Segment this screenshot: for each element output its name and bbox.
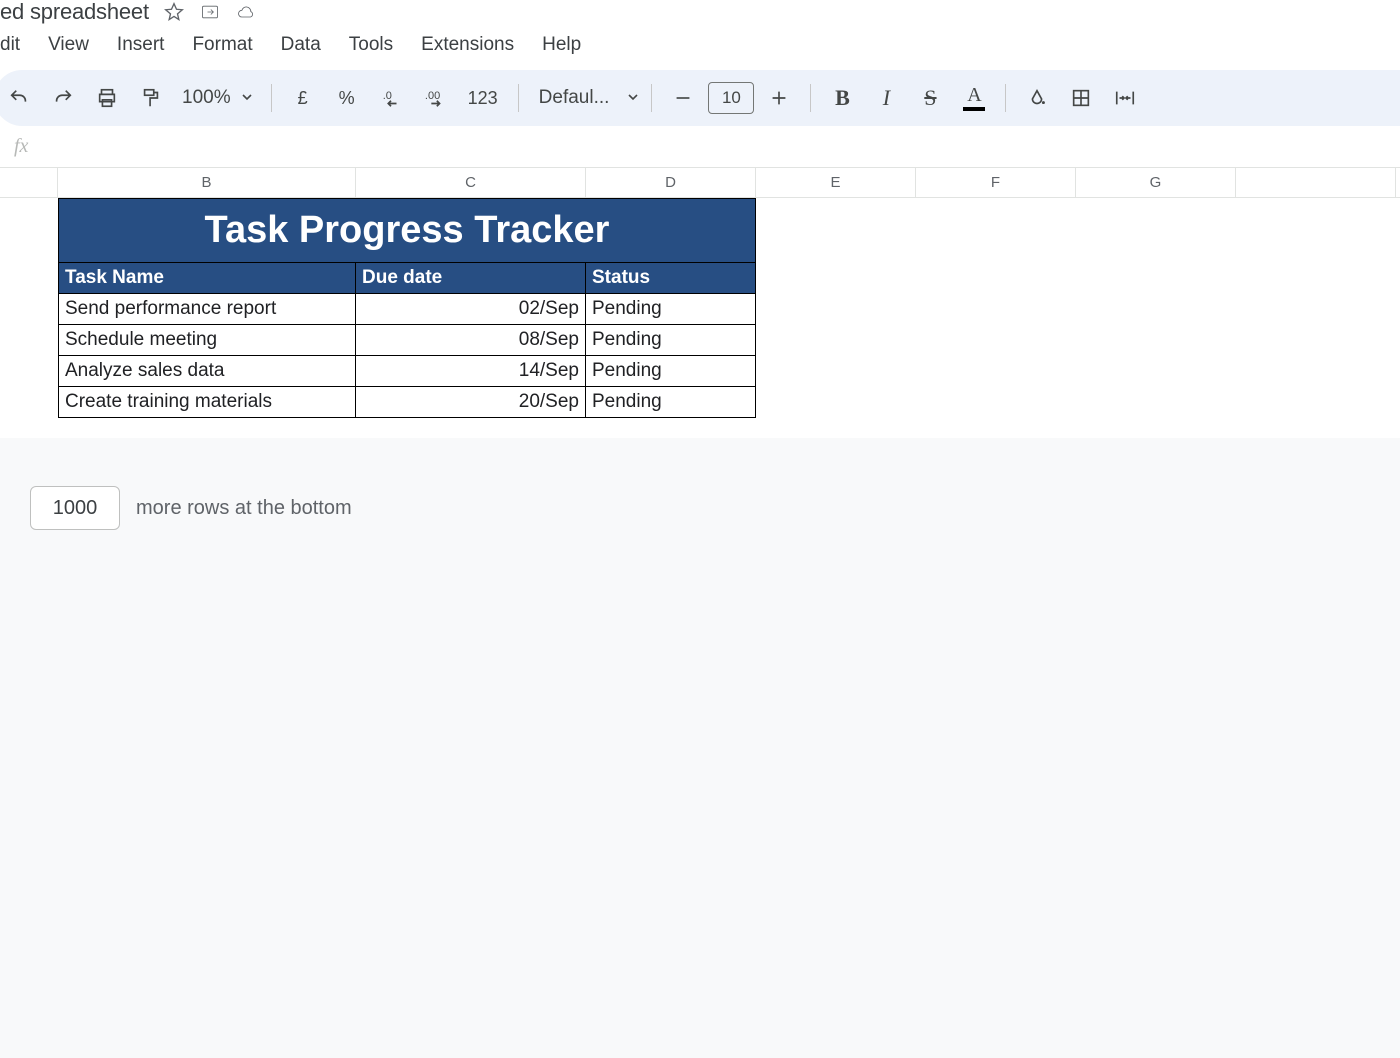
chevron-down-icon	[627, 87, 639, 109]
cell-due[interactable]: 08/Sep	[356, 325, 586, 356]
font-size-input[interactable]: 10	[708, 82, 754, 114]
select-all-corner[interactable]	[0, 168, 58, 197]
cell-task[interactable]: Analyze sales data	[58, 356, 356, 387]
currency-format-button[interactable]: £	[284, 80, 322, 116]
tracker-header-due[interactable]: Due date	[356, 263, 586, 294]
svg-text:.0: .0	[382, 90, 391, 102]
percent-format-button[interactable]: %	[328, 80, 366, 116]
fx-label: fx	[14, 135, 28, 158]
decrease-decimal-button[interactable]: .0	[372, 80, 410, 116]
table-row[interactable]: Analyze sales data 14/Sep Pending	[58, 356, 756, 387]
cell-due[interactable]: 02/Sep	[356, 294, 586, 325]
add-rows-label: more rows at the bottom	[136, 497, 352, 520]
print-button[interactable]	[88, 80, 126, 116]
cloud-status-icon[interactable]	[235, 1, 257, 23]
menu-view[interactable]: View	[48, 34, 89, 56]
sheet-grid[interactable]: Task Progress Tracker Task Name Due date…	[0, 198, 1400, 438]
merge-cells-button[interactable]	[1106, 80, 1144, 116]
table-row[interactable]: Schedule meeting 08/Sep Pending	[58, 325, 756, 356]
cell-status[interactable]: Pending	[586, 294, 756, 325]
column-headers: B C D E F G	[0, 168, 1400, 198]
font-family-dropdown[interactable]: Defaul...	[531, 87, 640, 109]
toolbar-divider	[810, 84, 811, 112]
cell-status[interactable]: Pending	[586, 356, 756, 387]
toolbar-divider	[518, 84, 519, 112]
toolbar-divider	[651, 84, 652, 112]
increase-decimal-button[interactable]: .00	[416, 80, 454, 116]
undo-button[interactable]	[0, 80, 38, 116]
cell-due[interactable]: 20/Sep	[356, 387, 586, 418]
column-header-b[interactable]: B	[58, 168, 356, 197]
borders-button[interactable]	[1062, 80, 1100, 116]
menu-tools[interactable]: Tools	[349, 34, 393, 56]
font-name-value: Defaul...	[531, 87, 618, 109]
column-header-c[interactable]: C	[356, 168, 586, 197]
svg-text:.00: .00	[425, 90, 440, 102]
text-color-button[interactable]: A	[955, 80, 993, 116]
column-header-extra[interactable]	[1236, 168, 1396, 197]
menu-edit[interactable]: dit	[0, 34, 20, 56]
fill-color-button[interactable]	[1018, 80, 1056, 116]
menu-help[interactable]: Help	[542, 34, 581, 56]
tracker-title[interactable]: Task Progress Tracker	[58, 198, 756, 263]
column-header-f[interactable]: F	[916, 168, 1076, 197]
decrease-font-size-button[interactable]	[664, 80, 702, 116]
column-header-g[interactable]: G	[1076, 168, 1236, 197]
menu-bar: dit View Insert Format Data Tools Extens…	[0, 28, 1400, 70]
cell-status[interactable]: Pending	[586, 325, 756, 356]
zoom-dropdown[interactable]: 100%	[176, 87, 259, 109]
more-formats-button[interactable]: 123	[460, 80, 506, 116]
zoom-value: 100%	[182, 87, 231, 109]
paint-format-button[interactable]	[132, 80, 170, 116]
cell-task[interactable]: Send performance report	[58, 294, 356, 325]
formula-bar[interactable]: fx	[0, 126, 1400, 168]
column-header-d[interactable]: D	[586, 168, 756, 197]
tracker-header-task[interactable]: Task Name	[58, 263, 356, 294]
tracker-header-status[interactable]: Status	[586, 263, 756, 294]
tracker-table: Task Progress Tracker Task Name Due date…	[58, 198, 756, 418]
italic-button[interactable]: I	[867, 80, 905, 116]
toolbar-divider	[1005, 84, 1006, 112]
star-icon[interactable]	[163, 1, 185, 23]
increase-font-size-button[interactable]	[760, 80, 798, 116]
menu-format[interactable]: Format	[192, 34, 252, 56]
cell-task[interactable]: Schedule meeting	[58, 325, 356, 356]
menu-data[interactable]: Data	[281, 34, 321, 56]
redo-button[interactable]	[44, 80, 82, 116]
add-rows-input[interactable]	[30, 486, 120, 530]
cell-status[interactable]: Pending	[586, 387, 756, 418]
strikethrough-button[interactable]: S	[911, 80, 949, 116]
table-row[interactable]: Send performance report 02/Sep Pending	[58, 294, 756, 325]
column-header-e[interactable]: E	[756, 168, 916, 197]
cell-task[interactable]: Create training materials	[58, 387, 356, 418]
table-row[interactable]: Create training materials 20/Sep Pending	[58, 387, 756, 418]
add-rows-control: more rows at the bottom	[0, 438, 1400, 530]
toolbar-divider	[271, 84, 272, 112]
move-to-folder-icon[interactable]	[199, 1, 221, 23]
cell-due[interactable]: 14/Sep	[356, 356, 586, 387]
menu-extensions[interactable]: Extensions	[421, 34, 514, 56]
toolbar: 100% £ % .0 .00 123 Defaul... 10 B I S A	[0, 70, 1400, 126]
chevron-down-icon	[241, 87, 253, 109]
document-title[interactable]: ed spreadsheet	[0, 0, 149, 25]
bold-button[interactable]: B	[823, 80, 861, 116]
menu-insert[interactable]: Insert	[117, 34, 165, 56]
